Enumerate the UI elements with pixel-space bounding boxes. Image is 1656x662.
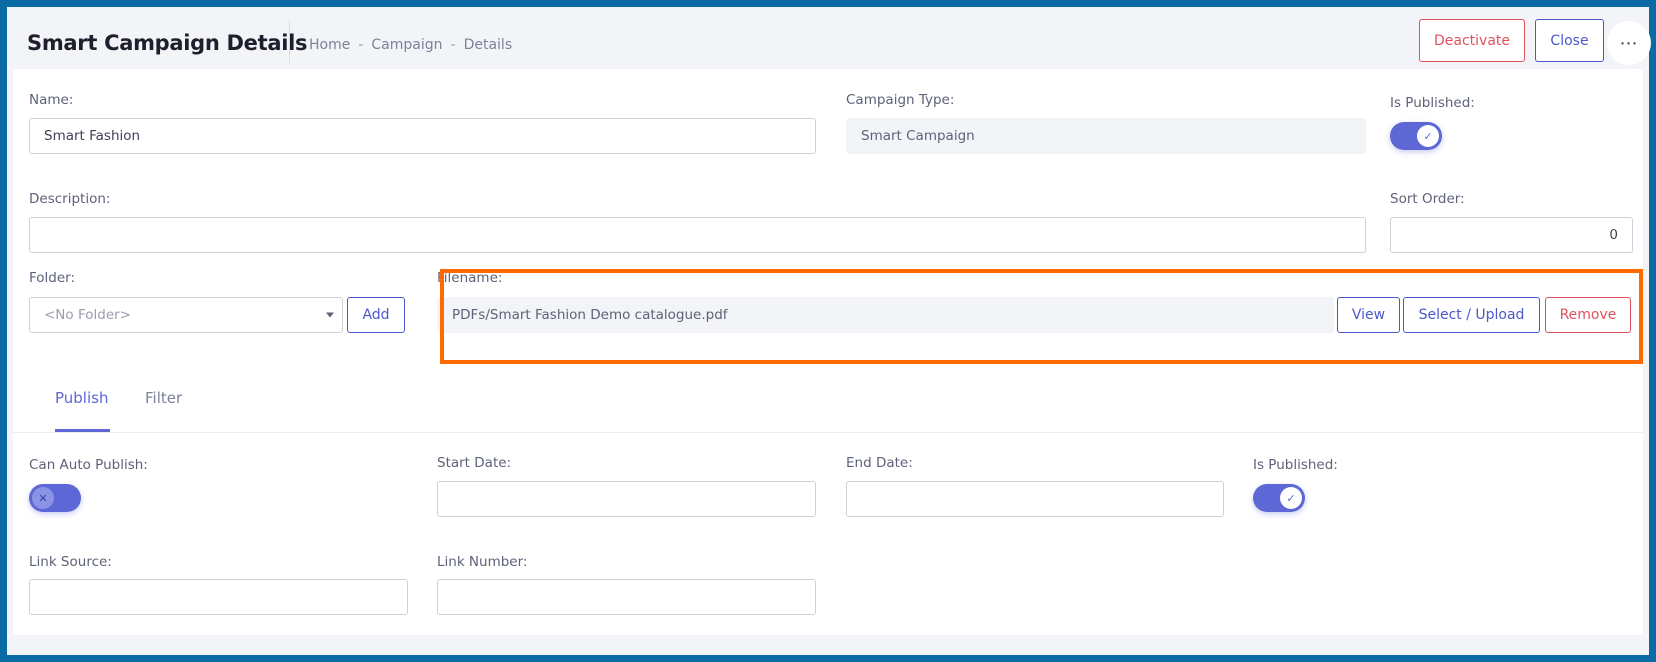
link-source-label: Link Source: — [29, 554, 112, 570]
app-frame: Smart Campaign Details Home - Campaign - Det… — [7, 7, 1651, 655]
check-icon: ✓ — [1417, 125, 1439, 147]
is-published-label: Is Published: — [1390, 95, 1475, 111]
page-title: Smart Campaign Details — [27, 31, 308, 55]
more-options-button[interactable]: ⋯ — [1607, 21, 1651, 65]
breadcrumb-separator: - — [358, 37, 364, 53]
is-published-toggle[interactable]: ✓ — [1390, 122, 1442, 150]
tab-publish[interactable]: Publish — [55, 389, 108, 407]
link-number-input[interactable] — [437, 579, 816, 615]
check-icon: ✓ — [1280, 487, 1302, 509]
breadcrumb-details: Details — [463, 37, 513, 53]
close-button[interactable]: Close — [1535, 19, 1604, 62]
more-horizontal-icon: ⋯ — [1619, 32, 1639, 54]
breadcrumb: Home - Campaign - Details — [309, 37, 512, 53]
deactivate-button[interactable]: Deactivate — [1419, 19, 1525, 62]
breadcrumb-separator: - — [450, 37, 456, 53]
sort-order-input[interactable]: 0 — [1390, 217, 1633, 253]
description-input[interactable] — [29, 217, 1366, 253]
name-input[interactable]: Smart Fashion — [29, 118, 816, 154]
campaign-type-field: Smart Campaign — [846, 118, 1366, 154]
start-date-label: Start Date: — [437, 455, 512, 471]
sort-order-label: Sort Order: — [1390, 191, 1465, 207]
name-value: Smart Fashion — [44, 128, 141, 144]
description-label: Description: — [29, 191, 111, 207]
title-separator — [289, 21, 290, 63]
breadcrumb-campaign[interactable]: Campaign — [371, 37, 442, 53]
campaign-type-label: Campaign Type: — [846, 92, 955, 108]
tab-filter[interactable]: Filter — [145, 389, 182, 407]
page-header: Smart Campaign Details Home - Campaign - Det… — [7, 7, 1651, 69]
campaign-type-value: Smart Campaign — [861, 128, 975, 144]
chevron-down-icon — [326, 312, 334, 318]
folder-value: <No Folder> — [44, 307, 131, 323]
end-date-input[interactable] — [846, 481, 1224, 517]
start-date-input[interactable] — [437, 481, 816, 517]
link-source-input[interactable] — [29, 579, 408, 615]
breadcrumb-home[interactable]: Home — [309, 37, 350, 53]
sort-order-value: 0 — [1609, 227, 1618, 243]
name-label: Name: — [29, 92, 74, 108]
close-icon: ✕ — [32, 487, 54, 509]
can-auto-publish-label: Can Auto Publish: — [29, 457, 148, 473]
folder-select[interactable]: <No Folder> — [29, 297, 343, 333]
add-folder-button[interactable]: Add — [347, 297, 405, 333]
publish-is-published-toggle[interactable]: ✓ — [1253, 484, 1305, 512]
folder-label: Folder: — [29, 270, 76, 286]
filename-highlight-box — [440, 269, 1643, 364]
publish-is-published-label: Is Published: — [1253, 457, 1338, 473]
can-auto-publish-toggle[interactable]: ✕ — [29, 484, 81, 512]
active-tab-indicator — [55, 429, 110, 432]
end-date-label: End Date: — [846, 455, 913, 471]
link-number-label: Link Number: — [437, 554, 528, 570]
